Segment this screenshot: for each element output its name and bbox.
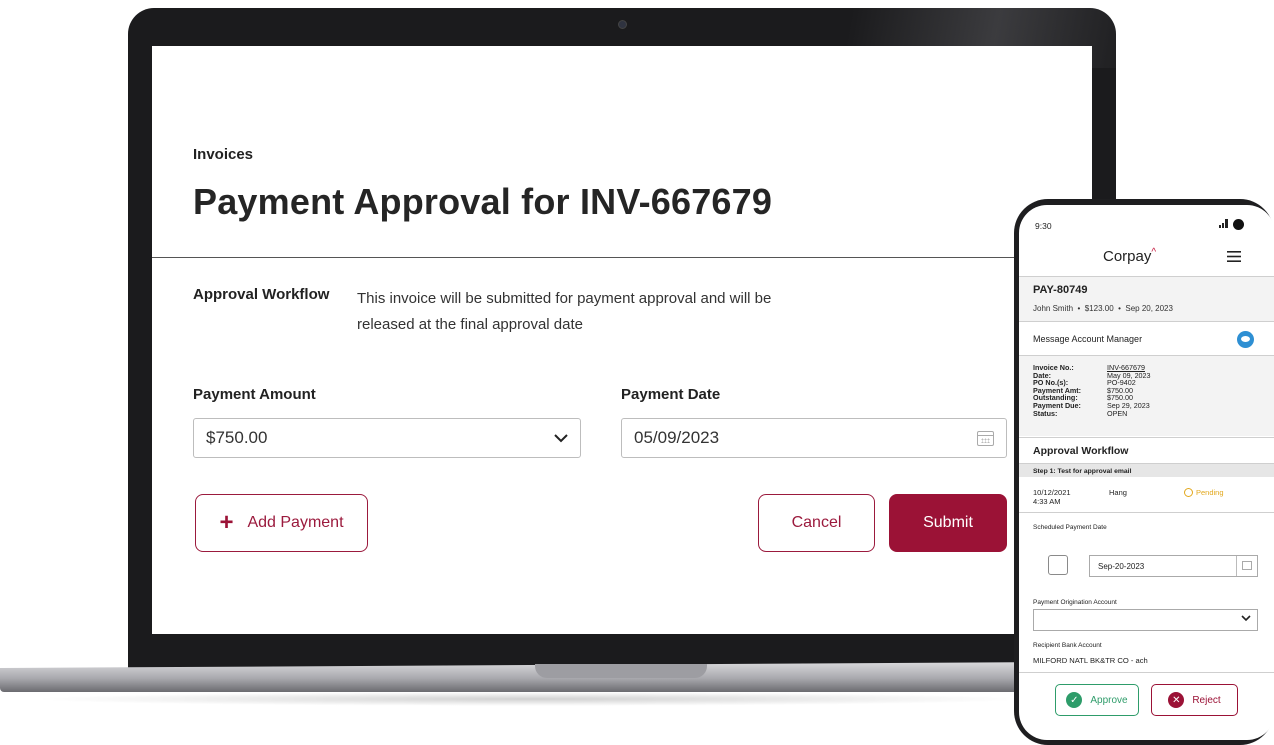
laptop-notch <box>535 664 707 678</box>
approval-workflow-label: Approval Workflow <box>193 286 330 303</box>
recipient-account-label: Recipient Bank Account <box>1033 642 1102 649</box>
payee-name: John Smith <box>1033 304 1074 313</box>
step-approver: Hang <box>1109 488 1127 497</box>
check-icon: ✓ <box>1066 692 1083 708</box>
step-divider <box>1019 512 1274 513</box>
breadcrumb[interactable]: Invoices <box>193 146 253 163</box>
detail-row: Status: OPEN <box>1033 408 1151 418</box>
cancel-button[interactable]: Cancel <box>758 494 875 552</box>
origin-account-label: Payment Origination Account <box>1033 599 1117 606</box>
brand-name: Corpay <box>1103 248 1152 265</box>
laptop-lid: Invoices Payment Approval for INV-667679… <box>128 8 1116 673</box>
lock-icon <box>1184 488 1193 497</box>
origin-account-select[interactable] <box>1033 609 1258 631</box>
step-time: 4:33 AM <box>1033 497 1061 506</box>
message-account-manager[interactable]: Message Account Manager <box>1033 334 1142 344</box>
scheduled-date-checkbox[interactable] <box>1048 555 1068 575</box>
laptop-screen: Invoices Payment Approval for INV-667679… <box>152 46 1092 634</box>
laptop-shadow <box>30 692 1030 706</box>
payment-amount-value: $750.00 <box>206 428 268 447</box>
field-separator <box>1236 556 1237 576</box>
approve-label: Approve <box>1090 694 1128 706</box>
approval-workflow-description: This invoice will be submitted for payme… <box>357 290 772 333</box>
phone-screen: 9:30 Corpay^ PAY-80749 John Smith • $123… <box>1019 205 1274 740</box>
invoice-details: Invoice No.: INV-667679 Date: May 09, 2023… <box>1033 364 1151 417</box>
scheduled-date-label: Scheduled Payment Date <box>1033 524 1107 531</box>
approval-workflow-title: Approval Workflow <box>1033 445 1129 457</box>
status-time: 9:30 <box>1035 221 1052 231</box>
calendar-icon[interactable] <box>977 430 994 446</box>
detail-value: OPEN <box>1107 408 1128 418</box>
actions-divider <box>1019 672 1274 673</box>
webcam-icon <box>618 20 627 29</box>
scheduled-date-input[interactable]: Sep-20-2023 <box>1089 555 1258 577</box>
reject-button[interactable]: ✕ Reject <box>1151 684 1238 716</box>
chat-icon[interactable] <box>1237 331 1254 348</box>
brand-caret-icon: ^ <box>1151 247 1157 258</box>
signal-icon <box>1219 219 1231 230</box>
hamburger-menu-icon[interactable] <box>1227 249 1241 266</box>
payment-amount: $123.00 <box>1084 304 1114 313</box>
recipient-account-value: MILFORD NATL BK&TR CO - ach <box>1033 656 1148 665</box>
payment-meta: John Smith • $123.00 • Sep 20, 2023 <box>1033 304 1173 313</box>
chevron-down-icon <box>1241 614 1251 624</box>
calendar-icon[interactable] <box>1242 561 1252 570</box>
detail-key: Status: <box>1033 408 1058 418</box>
payment-amount-label: Payment Amount <box>193 386 316 403</box>
scheduled-date-value: Sep-20-2023 <box>1098 561 1145 571</box>
title-divider <box>152 257 1092 258</box>
status-pending: Pending <box>1184 488 1224 497</box>
chevron-down-icon <box>554 430 568 446</box>
submit-button[interactable]: Submit <box>889 494 1007 552</box>
summary-divider <box>1019 321 1274 322</box>
reject-label: Reject <box>1192 694 1221 706</box>
details-divider <box>1019 437 1274 438</box>
payment-date-input[interactable]: 05/09/2023 <box>621 418 1007 458</box>
plus-icon: + <box>219 509 234 536</box>
payment-date: Sep 20, 2023 <box>1125 304 1173 313</box>
payment-amount-select[interactable]: $750.00 <box>193 418 581 458</box>
approve-button[interactable]: ✓ Approve <box>1055 684 1139 716</box>
add-payment-label: Add Payment <box>247 514 344 531</box>
add-payment-button[interactable]: + Add Payment <box>195 494 368 552</box>
cancel-label: Cancel <box>791 514 842 531</box>
payment-date-value: 05/09/2023 <box>634 428 720 447</box>
close-icon: ✕ <box>1168 692 1185 708</box>
step-timestamp: 10/12/2021 4:33 AM <box>1033 488 1071 506</box>
brand-logo: Corpay^ <box>1103 247 1156 265</box>
step-date: 10/12/2021 <box>1033 488 1071 497</box>
payment-id: PAY-80749 <box>1033 284 1088 296</box>
payment-date-label: Payment Date <box>621 386 721 403</box>
step-label: Step 1: Test for approval email <box>1033 468 1132 475</box>
pending-label: Pending <box>1196 488 1224 497</box>
front-camera-icon <box>1233 219 1244 230</box>
page-title: Payment Approval for INV-667679 <box>193 181 773 222</box>
submit-label: Submit <box>923 514 973 531</box>
